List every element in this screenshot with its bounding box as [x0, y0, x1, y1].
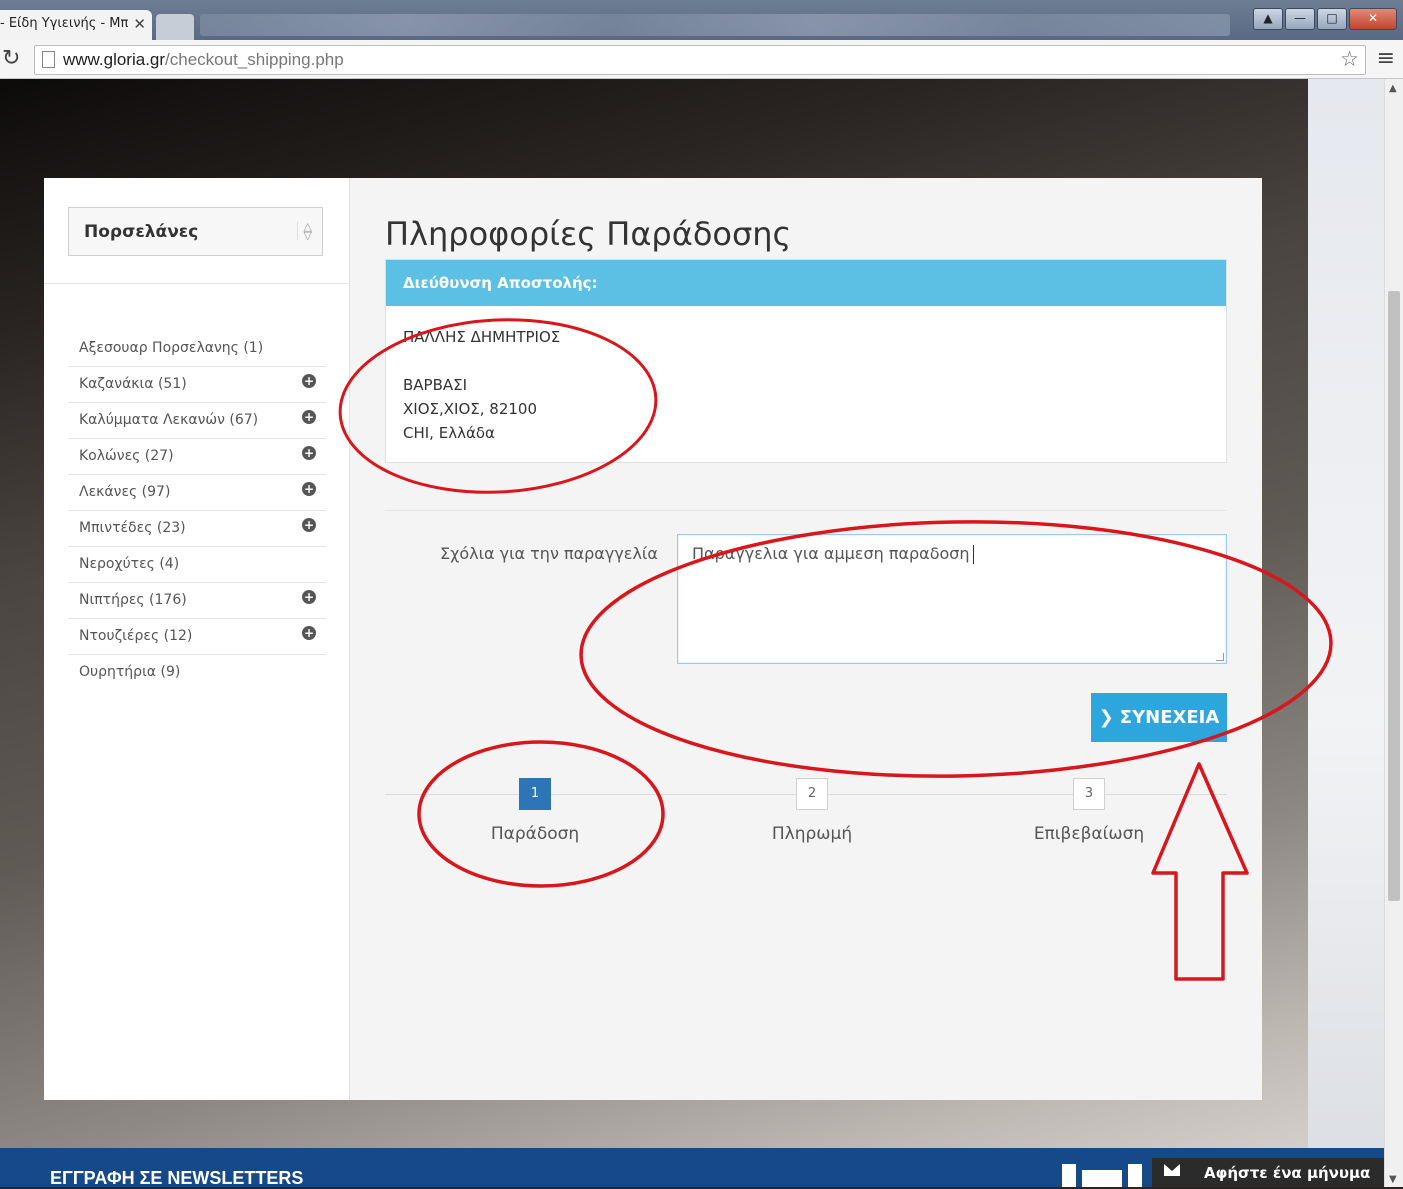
leave-message-button[interactable]: Αφήστε ένα μήνυμα [1152, 1158, 1384, 1187]
select-arrows-icon: △ ▽ [296, 221, 312, 241]
resize-handle[interactable] [1216, 653, 1224, 661]
reload-icon[interactable]: ↻ [2, 46, 20, 71]
text-caret [972, 545, 974, 564]
step-label: Παράδοση [490, 824, 580, 844]
scroll-down-icon[interactable]: ▼ [1389, 1174, 1397, 1185]
category-item[interactable]: Λεκάνες (97) + [68, 475, 326, 511]
address-bar: ↻ www.gloria.gr/checkout_shipping.php ☆ … [0, 40, 1403, 79]
comments-label: Σχόλια για την παραγγελία [440, 544, 658, 563]
browser-tab-bar: - Είδη Υγιεινής - Μπ ✕ ▲ — □ ✕ [0, 0, 1403, 40]
url-text: www.gloria.gr/checkout_shipping.php [63, 50, 344, 70]
category-item[interactable]: Καζανάκια (51) + [68, 367, 326, 403]
maximize-icon[interactable]: □ [1317, 8, 1347, 30]
category-item[interactable]: Αξεσουαρ Πορσελανης (1) [68, 331, 326, 367]
category-label: Νεροχύτες (4) [79, 556, 180, 572]
background-right [1308, 79, 1384, 1149]
plus-circle-icon[interactable]: + [302, 374, 316, 388]
category-label: Καζανάκια (51) [79, 376, 187, 392]
leave-message-label: Αφήστε ένα μήνυμα [1204, 1164, 1371, 1182]
category-item[interactable]: Νιπτήρες (176) + [68, 583, 326, 619]
category-label: Ουρητήρια (9) [79, 664, 181, 680]
continue-button[interactable]: ❯ ΣΥΝΕΧΕΙΑ [1091, 693, 1227, 742]
category-label: Κολώνες (27) [79, 448, 174, 464]
plus-circle-icon[interactable]: + [302, 482, 316, 496]
window-close-icon[interactable]: ✕ [1349, 8, 1397, 30]
newsletter-heading[interactable]: ΕΓΓΡΑΦΗ ΣΕ NEWSLETTERS [50, 1168, 303, 1189]
category-label: Λεκάνες (97) [79, 484, 171, 500]
plus-circle-icon[interactable]: + [302, 626, 316, 640]
scroll-up-icon[interactable]: ▲ [1389, 83, 1397, 94]
plus-circle-icon[interactable]: + [302, 518, 316, 532]
browser-tab-active[interactable]: - Είδη Υγιεινής - Μπ ✕ [0, 10, 152, 40]
plus-circle-icon[interactable]: + [302, 590, 316, 604]
sidebar-divider [44, 283, 349, 284]
page-title: Πληροφορίες Παράδοσης [385, 215, 792, 253]
url-host: www.gloria.gr [63, 50, 166, 69]
category-label: Μπιντέδες (23) [79, 520, 186, 536]
star-icon[interactable]: ☆ [1340, 47, 1359, 71]
step-delivery: 1 Παράδοση [435, 778, 635, 844]
hamburger-menu-icon[interactable]: ≡ [1377, 46, 1395, 71]
checkout-panel: Πορσελάνες △ ▽ Αξεσουαρ Πορσελανης (1) Κα… [44, 178, 1262, 1100]
window-user-icon[interactable]: ▲ [1253, 8, 1283, 30]
page-icon [42, 51, 55, 68]
address-name: ΠΑΛΛΗΣ ΔΗΜΗΤΡΙΟΣ [403, 328, 561, 346]
page-scrollbar[interactable]: ▲ ▼ [1384, 79, 1403, 1187]
tab-title: - Είδη Υγιεινής - Μπ [0, 16, 129, 31]
address-country: CHI, Ελλάδα [403, 424, 495, 442]
category-select[interactable]: Πορσελάνες △ ▽ [68, 207, 323, 256]
tab-close-icon[interactable]: ✕ [133, 15, 146, 33]
category-list: Αξεσουαρ Πορσελανης (1) Καζανάκια (51) + … [68, 331, 326, 691]
category-item[interactable]: Ουρητήρια (9) [68, 655, 326, 691]
blurred-tabs [200, 14, 1230, 36]
step-label: Πληρωμή [771, 824, 853, 844]
category-item[interactable]: Μπιντέδες (23) + [68, 511, 326, 547]
category-label: Αξεσουαρ Πορσελανης (1) [79, 340, 264, 356]
step-number: 1 [519, 778, 551, 810]
envelope-icon [1164, 1164, 1180, 1176]
step-number: 2 [796, 778, 828, 810]
category-item[interactable]: Νεροχύτες (4) [68, 547, 326, 583]
step-label: Επιβεβαίωση [1033, 824, 1145, 844]
window-controls: ▲ — □ ✕ [1253, 8, 1397, 30]
category-item[interactable]: Ντουζιέρες (12) + [68, 619, 326, 655]
scroll-thumb[interactable] [1388, 291, 1400, 901]
step-payment: 2 Πληρωμή [712, 778, 912, 844]
continue-label: ΣΥΝΕΧΕΙΑ [1119, 707, 1220, 728]
address-street: ΒΑΡΒΑΣΙ [403, 376, 468, 394]
comments-value: Παραγγελια για αμμεση παραδοση [692, 544, 970, 563]
new-tab-button[interactable] [156, 14, 194, 40]
checkout-content: Πληροφορίες Παράδοσης Διεύθυνση Αποστολή… [350, 178, 1262, 1100]
plus-circle-icon[interactable]: + [302, 446, 316, 460]
address-heading: Διεύθυνση Αποστολής: [386, 260, 1226, 306]
step-confirmation: 3 Επιβεβαίωση [989, 778, 1189, 844]
footer-logo [1062, 1164, 1148, 1187]
shipping-address-card: Διεύθυνση Αποστολής: ΠΑΛΛΗΣ ΔΗΜΗΤΡΙΟΣ ΒΑ… [385, 259, 1227, 463]
step-number: 3 [1073, 778, 1105, 810]
category-label: Καλύμματα Λεκανών (67) [79, 412, 259, 428]
category-item[interactable]: Καλύμματα Λεκανών (67) + [68, 403, 326, 439]
category-label: Νιπτήρες (176) [79, 592, 187, 608]
url-path: /checkout_shipping.php [165, 50, 344, 69]
url-input[interactable]: www.gloria.gr/checkout_shipping.php ☆ [34, 45, 1366, 75]
minimize-icon[interactable]: — [1285, 8, 1315, 30]
plus-circle-icon[interactable]: + [302, 410, 316, 424]
category-label: Ντουζιέρες (12) [79, 628, 193, 644]
chevron-right-icon: ❯ [1098, 707, 1114, 728]
comments-text: Παραγγελια για αμμεση παραδοση [692, 544, 974, 564]
category-item[interactable]: Κολώνες (27) + [68, 439, 326, 475]
category-select-value: Πορσελάνες [84, 222, 199, 242]
category-sidebar: Πορσελάνες △ ▽ Αξεσουαρ Πορσελανης (1) Κα… [44, 178, 350, 1100]
comments-textarea[interactable]: Παραγγελια για αμμεση παραδοση [677, 534, 1227, 664]
address-city: ΧΙΟΣ,ΧΙΟΣ, 82100 [403, 400, 537, 418]
section-divider [385, 510, 1227, 511]
